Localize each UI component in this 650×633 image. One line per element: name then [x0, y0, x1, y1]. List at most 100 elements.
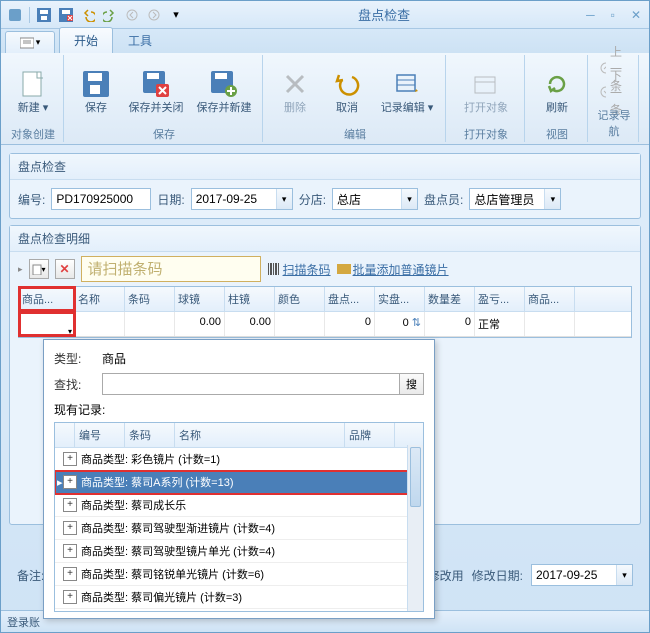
moddate-combo[interactable]: 2017-09-25▾ [531, 564, 633, 586]
titlebar: ▾ 盘点检查 ─ ▫ ✕ [1, 1, 649, 29]
ribbon-tabbar: ▾ 开始 工具 [1, 29, 649, 53]
col-brand: 品牌 [345, 423, 395, 447]
chevron-down-icon[interactable]: ▾ [276, 189, 292, 209]
save-button[interactable]: 保存 [72, 57, 120, 125]
delete-label: 删除 [284, 102, 306, 115]
group-row[interactable]: +商品类型: 蔡司驾驶型镜片单光 (计数=4) [55, 540, 423, 563]
group-row[interactable]: +商品类型: 蔡司成长乐 [55, 494, 423, 517]
moddate-label: 修改日期: [472, 567, 523, 584]
new-button[interactable]: 新建 ▾ [9, 57, 57, 125]
group-row[interactable]: +商品类型: 蔡司铭锐单光镜片 (计数=6) [55, 563, 423, 586]
num-input[interactable] [51, 188, 151, 210]
delete-button[interactable]: 删除 [271, 57, 319, 125]
staff-combo[interactable]: 总店管理员▾ [469, 188, 561, 210]
diff-cell: 0 [425, 312, 475, 336]
header-panel-title: 盘点检查 [10, 154, 640, 180]
remove-button[interactable]: ✕ [55, 259, 75, 279]
tab-start[interactable]: 开始 [59, 27, 113, 53]
qat-prev-icon[interactable] [122, 5, 142, 25]
next-record-button[interactable]: 下一条 [596, 81, 632, 103]
cylinder-cell: 0.00 [225, 312, 275, 336]
search-input[interactable] [102, 373, 400, 395]
group-row[interactable]: +商品类型: 蔡司驾驶型渐进镜片 (计数=4) [55, 517, 423, 540]
col-header[interactable]: 商品... [525, 287, 575, 311]
group-row[interactable]: ▸+商品类型: 蔡司A系列 (计数=13) [55, 471, 423, 494]
chevron-down-icon[interactable]: ▾ [401, 189, 417, 209]
grid-header: 商品...名称条码球镜柱镜颜色盘点...实盘...数量差盈亏...商品... [19, 287, 631, 312]
type-value: 商品 [102, 350, 126, 367]
remark-label: 备注: [17, 567, 44, 584]
save-new-label: 保存并新建 [197, 102, 252, 115]
sphere-cell: 0.00 [175, 312, 225, 336]
window-title: 盘点检查 [186, 5, 582, 24]
grid-row[interactable]: ▾ 0.00 0.00 0 0 ⇅ 0 正常 [19, 312, 631, 337]
delete-icon [279, 68, 311, 100]
count-cell: 0 [325, 312, 375, 336]
col-header[interactable]: 名称 [75, 287, 125, 311]
save-label: 保存 [85, 102, 107, 115]
col-barcode: 条码 [125, 423, 175, 447]
col-header[interactable]: 商品... [19, 287, 75, 311]
group-row[interactable]: +商品类型: 彩色镜片 (计数=1) [55, 448, 423, 471]
minimize-button[interactable]: ─ [582, 8, 599, 22]
scroll-thumb[interactable] [410, 447, 421, 507]
qat-dropdown-icon[interactable]: ▾ [166, 5, 186, 25]
maximize-button[interactable]: ▫ [607, 8, 619, 22]
save-close-icon [140, 68, 172, 100]
save-new-icon [208, 68, 240, 100]
col-header[interactable]: 盈亏... [475, 287, 525, 311]
add-lens-link[interactable]: 批量添加普通镜片 [337, 261, 449, 278]
tab-tools[interactable]: 工具 [113, 27, 167, 53]
detail-panel-title: 盘点检查明细 [10, 226, 640, 252]
product-dropdown-panel: 类型: 商品 查找: 搜 现有记录: 编号 条码 名称 品牌 +商品 [43, 339, 435, 619]
date-combo[interactable]: 2017-09-25▾ [191, 188, 293, 210]
open-object-button[interactable]: 打开对象 [454, 57, 518, 125]
product-dropdown-cell[interactable]: ▾ [19, 312, 75, 336]
chevron-down-icon[interactable]: ▾ [544, 189, 560, 209]
qat-undo-icon[interactable] [78, 5, 98, 25]
col-header[interactable]: 颜色 [275, 287, 325, 311]
refresh-icon [541, 68, 573, 100]
search-label: 查找: [54, 376, 94, 393]
group-edit-label: 编辑 [271, 125, 439, 143]
col-header[interactable]: 柱镜 [225, 287, 275, 311]
edit-record-button[interactable]: 记录编辑 ▾ [375, 57, 439, 125]
save-close-button[interactable]: 保存并关闭 [124, 57, 188, 125]
group-save-label: 保存 [72, 125, 256, 143]
qat-redo-icon[interactable] [100, 5, 120, 25]
search-button[interactable]: 搜 [400, 373, 424, 395]
records-label: 现有记录: [54, 401, 424, 418]
scrollbar[interactable] [407, 445, 423, 611]
col-header[interactable]: 球镜 [175, 287, 225, 311]
dropdown-grid: 编号 条码 名称 品牌 +商品类型: 彩色镜片 (计数=1)▸+商品类型: 蔡司… [54, 422, 424, 612]
chevron-down-icon[interactable]: ▾ [616, 565, 632, 585]
scan-barcode-link[interactable]: 扫描条码 [267, 261, 331, 278]
qat-next-icon[interactable] [144, 5, 164, 25]
col-header[interactable]: 数量差 [425, 287, 475, 311]
header-panel: 盘点检查 编号: 日期: 2017-09-25▾ 分店: 总店▾ 盘点员: 总店… [9, 153, 641, 219]
delete-row-button[interactable]: ▾ [29, 259, 49, 279]
new-label: 新建 [18, 102, 40, 114]
new-icon [17, 68, 49, 100]
status-account: 登录账 [7, 614, 40, 630]
group-row[interactable]: +商品类型: 蔡司偏光镜片 (计数=3) [55, 586, 423, 609]
open-icon [470, 68, 502, 100]
col-header[interactable]: 盘点... [325, 287, 375, 311]
col-header[interactable]: 条码 [125, 287, 175, 311]
scan-input[interactable] [81, 256, 261, 282]
qat-save-icon[interactable] [34, 5, 54, 25]
refresh-button[interactable]: 刷新 [533, 57, 581, 125]
date-label: 日期: [157, 191, 184, 208]
num-label: 编号: [18, 191, 45, 208]
app-icon[interactable] [5, 5, 25, 25]
branch-combo[interactable]: 总店▾ [332, 188, 418, 210]
save-new-button[interactable]: 保存并新建 [192, 57, 256, 125]
file-tab[interactable]: ▾ [5, 31, 55, 53]
qat-saveclose-icon[interactable] [56, 5, 76, 25]
close-window-button[interactable]: ✕ [627, 8, 645, 22]
cancel-button[interactable]: 取消 [323, 57, 371, 125]
group-row[interactable]: +商品类型: 蔡司清锐单光镜片 (计数=4) [55, 609, 423, 612]
group-nav-label: 记录导航 [596, 106, 632, 140]
col-header[interactable]: 实盘... [375, 287, 425, 311]
ribbon: 新建 ▾ 对象创建 保存 保存并关闭 保存并新建 保存 删除 取消 记录编辑 ▾… [1, 53, 649, 145]
